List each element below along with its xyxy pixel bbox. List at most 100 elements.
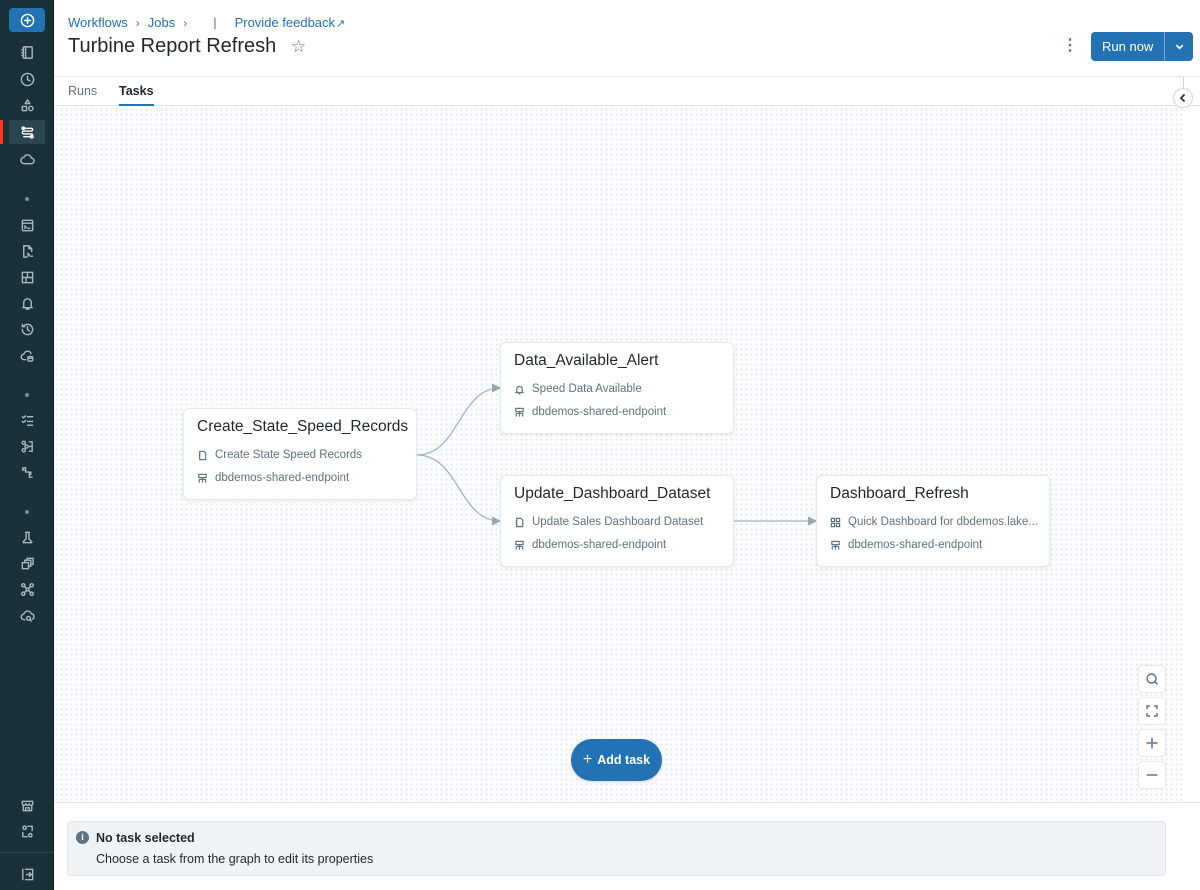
page-header: Workflows › Jobs › | Provide feedback↗ T… — [54, 0, 1200, 77]
task-compute-label: dbdemos-shared-endpoint — [532, 406, 667, 418]
task-node-data-available-alert[interactable]: Data_Available_Alert Speed Data Availabl… — [500, 342, 734, 434]
warehouse-icon — [515, 407, 524, 417]
banner-title: No task selected — [96, 831, 195, 845]
tab-bar: Runs Tasks — [54, 77, 1200, 106]
sidebar-item-alerts[interactable] — [9, 291, 45, 315]
dashboard-icon — [830, 517, 841, 527]
chevron-down-icon — [1175, 44, 1184, 50]
task-compute: dbdemos-shared-endpoint — [514, 406, 666, 418]
sidebar-item-pipelines[interactable] — [9, 460, 45, 484]
tab-tasks[interactable]: Tasks — [119, 84, 154, 106]
task-node-dashboard-refresh[interactable]: Dashboard_Refresh Quick Dashboard for db… — [816, 475, 1050, 567]
search-graph-button[interactable] — [1138, 665, 1166, 693]
sidebar-item-marketplace[interactable] — [9, 793, 45, 817]
add-task-label: Add task — [597, 753, 651, 767]
partner-connect-icon — [21, 824, 33, 838]
task-graph-canvas[interactable]: Create_State_Speed_Records Create State … — [54, 107, 1182, 802]
sidebar-item-dashboards[interactable] — [9, 265, 45, 289]
sql-warehouse-icon — [20, 350, 33, 362]
sql-editor-icon — [21, 219, 33, 231]
sidebar-item-models[interactable] — [9, 577, 45, 601]
new-button[interactable] — [9, 8, 45, 32]
favorite-star-icon[interactable]: ☆ — [291, 37, 306, 57]
sidebar-item-experiments[interactable] — [9, 525, 45, 549]
add-task-button[interactable]: + Add task — [571, 739, 662, 781]
breadcrumb-separator: | — [213, 15, 217, 30]
breadcrumb-jobs[interactable]: Jobs — [148, 15, 175, 30]
serving-icon — [20, 609, 35, 622]
section-divider-dot — [25, 393, 29, 397]
sidebar-item-sql-editor[interactable] — [9, 213, 45, 237]
sidebar-item-serving[interactable] — [9, 603, 45, 627]
models-icon — [20, 582, 34, 596]
task-details-panel: i No task selected Choose a task from th… — [54, 802, 1200, 890]
task-title: Data_Available_Alert — [514, 352, 659, 369]
task-compute: dbdemos-shared-endpoint — [830, 539, 982, 551]
sidebar-item-partner-connect[interactable] — [9, 819, 45, 843]
task-source: Create State Speed Records — [197, 449, 362, 461]
task-node-create-state-speed-records[interactable]: Create_State_Speed_Records Create State … — [183, 408, 417, 500]
info-icon: i — [76, 831, 89, 844]
panel-divider — [1183, 77, 1184, 88]
task-compute-label: dbdemos-shared-endpoint — [215, 472, 350, 484]
section-divider-dot — [25, 510, 29, 514]
breadcrumb-workflows[interactable]: Workflows — [68, 15, 128, 30]
chevron-right-icon: › — [183, 15, 188, 30]
feedback-link-label: Provide feedback — [234, 15, 336, 30]
external-link-icon: ↗ — [336, 18, 346, 30]
sidebar-item-data-ingestion[interactable] — [9, 434, 45, 458]
task-compute-label: dbdemos-shared-endpoint — [532, 539, 667, 551]
run-now-button[interactable]: Run now — [1091, 32, 1165, 61]
dashboards-icon — [21, 271, 33, 283]
sidebar-item-catalog[interactable] — [9, 93, 45, 117]
task-title: Dashboard_Refresh — [830, 485, 969, 502]
task-source-label: Create State Speed Records — [215, 449, 363, 461]
page-title: Turbine Report Refresh — [68, 35, 277, 57]
sidebar-item-workspace[interactable] — [9, 40, 45, 64]
collapse-sidebar-icon — [21, 868, 33, 880]
more-options-icon[interactable]: ⋮ — [1062, 36, 1078, 56]
banner-description: Choose a task from the graph to edit its… — [96, 852, 374, 866]
sidebar-divider — [0, 852, 54, 853]
bell-icon — [514, 385, 525, 394]
zoom-out-button[interactable] — [1138, 761, 1166, 789]
workspace-icon — [20, 45, 33, 59]
collapse-sidebar-button[interactable] — [9, 862, 45, 886]
edge-create-to-alert — [416, 383, 502, 456]
task-source: Quick Dashboard for dbdemos.lake... — [830, 516, 1038, 528]
task-title: Update_Dashboard_Dataset — [514, 485, 711, 502]
warehouse-icon — [515, 540, 524, 550]
sidebar-item-query-history[interactable] — [9, 317, 45, 341]
plus-icon — [1146, 737, 1158, 749]
sidebar-item-recents[interactable] — [9, 67, 45, 91]
chevron-right-icon: › — [135, 15, 140, 30]
provide-feedback-link[interactable]: Provide feedback↗ — [235, 15, 346, 30]
sidebar-item-sql-warehouses[interactable] — [9, 343, 45, 367]
sidebar-item-workflows[interactable] — [9, 120, 45, 144]
task-source-label: Speed Data Available — [532, 383, 642, 395]
no-task-selected-banner: i No task selected Choose a task from th… — [67, 821, 1166, 876]
collapse-panel-button[interactable] — [1173, 88, 1193, 108]
zoom-in-button[interactable] — [1138, 729, 1166, 757]
task-node-update-dashboard-dataset[interactable]: Update_Dashboard_Dataset Update Sales Da… — [500, 475, 734, 567]
run-now-button-group: Run now — [1091, 32, 1194, 61]
run-options-dropdown[interactable] — [1164, 32, 1194, 61]
task-source: Update Sales Dashboard Dataset — [514, 516, 703, 528]
edge-create-to-update — [416, 454, 502, 526]
data-ingestion-icon — [20, 439, 33, 453]
tab-runs[interactable]: Runs — [68, 84, 97, 104]
checklist-icon — [21, 414, 33, 426]
cloud-icon — [19, 153, 35, 164]
sidebar-item-compute[interactable] — [9, 147, 45, 171]
warehouse-icon — [831, 540, 840, 550]
bell-icon — [21, 297, 33, 310]
features-icon — [21, 557, 34, 569]
sidebar-item-queries[interactable] — [9, 239, 45, 263]
breadcrumb: Workflows › Jobs › | Provide feedback↗ — [68, 15, 345, 30]
task-source-label: Update Sales Dashboard Dataset — [532, 516, 704, 528]
fit-view-button[interactable] — [1138, 697, 1166, 725]
sidebar-item-job-runs[interactable] — [9, 408, 45, 432]
catalog-icon — [21, 98, 34, 111]
active-indicator — [0, 120, 3, 144]
sidebar-item-features[interactable] — [9, 551, 45, 575]
